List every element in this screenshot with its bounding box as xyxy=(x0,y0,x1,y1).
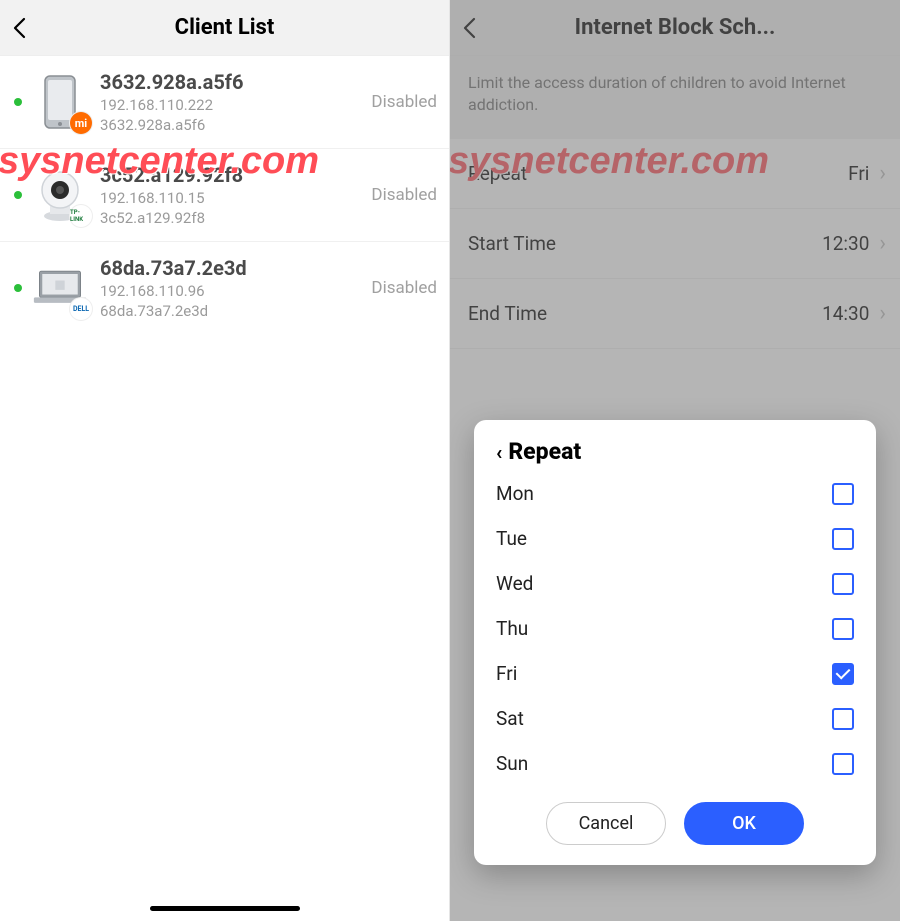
client-mac: 3632.928a.a5f6 xyxy=(100,116,361,134)
day-row[interactable]: Tue xyxy=(496,516,854,561)
brand-badge: mi xyxy=(70,112,92,134)
client-status: Disabled xyxy=(361,278,437,298)
online-status-dot xyxy=(14,284,22,292)
schedule-pane: Internet Block Sch... Limit the access d… xyxy=(450,0,900,921)
day-row[interactable]: Fri xyxy=(496,651,854,696)
day-checkbox[interactable] xyxy=(832,573,854,595)
client-list-header: Client List xyxy=(0,0,449,56)
day-checkbox[interactable] xyxy=(832,663,854,685)
day-row[interactable]: Thu xyxy=(496,606,854,651)
day-label: Wed xyxy=(496,572,832,595)
online-status-dot xyxy=(14,98,22,106)
client-ip: 192.168.110.15 xyxy=(100,189,361,207)
day-checkbox[interactable] xyxy=(832,753,854,775)
modal-header: ‹ Repeat xyxy=(496,438,854,465)
day-row[interactable]: Wed xyxy=(496,561,854,606)
day-row[interactable]: Mon xyxy=(496,471,854,516)
day-checkbox[interactable] xyxy=(832,528,854,550)
client-row[interactable]: TP-LINK3c52.a129.92f8192.168.110.153c52.… xyxy=(0,149,449,242)
day-checkbox[interactable] xyxy=(832,618,854,640)
client-status: Disabled xyxy=(361,185,437,205)
client-info: 68da.73a7.2e3d 192.168.110.96 68da.73a7.2e… xyxy=(100,256,361,320)
repeat-modal: ‹ Repeat Mon Tue Wed Thu Fri Sat Sun Cancel OK xyxy=(474,420,876,865)
client-status: Disabled xyxy=(361,92,437,112)
modal-title: Repeat xyxy=(508,438,581,465)
client-name: 3632.928a.a5f6 xyxy=(100,70,361,94)
online-status-dot xyxy=(14,191,22,199)
chevron-left-icon xyxy=(12,17,26,39)
day-label: Tue xyxy=(496,527,832,550)
day-row[interactable]: Sun xyxy=(496,741,854,786)
client-name: 68da.73a7.2e3d xyxy=(100,256,361,280)
cancel-button[interactable]: Cancel xyxy=(546,802,666,845)
client-row[interactable]: mi3632.928a.a5f6192.168.110.2223632.928a… xyxy=(0,56,449,149)
client-list-pane: Client List mi 3632.928a.a5f6 192.168.110.… xyxy=(0,0,450,921)
client-row[interactable]: DELL68da.73a7.2e3d192.168.110.9668da.73a… xyxy=(0,242,449,334)
day-label: Sun xyxy=(496,752,832,775)
modal-back-button[interactable]: ‹ xyxy=(496,440,502,464)
day-label: Sat xyxy=(496,707,832,730)
client-mac: 3c52.a129.92f8 xyxy=(100,209,361,227)
client-info: 3c52.a129.92f8 192.168.110.15 3c52.a129.92… xyxy=(100,163,361,227)
day-checkbox[interactable] xyxy=(832,708,854,730)
client-mac: 68da.73a7.2e3d xyxy=(100,302,361,320)
phone-icon: mi xyxy=(32,74,88,130)
client-ip: 192.168.110.222 xyxy=(100,96,361,114)
page-title: Client List xyxy=(0,15,449,40)
brand-badge: TP-LINK xyxy=(70,205,92,227)
ok-button[interactable]: OK xyxy=(684,802,804,845)
day-label: Mon xyxy=(496,482,832,505)
back-button[interactable] xyxy=(12,0,26,56)
day-label: Thu xyxy=(496,617,832,640)
home-indicator xyxy=(150,906,300,911)
client-ip: 192.168.110.96 xyxy=(100,282,361,300)
brand-badge: DELL xyxy=(70,298,92,320)
day-row[interactable]: Sat xyxy=(496,696,854,741)
day-label: Fri xyxy=(496,662,832,685)
day-list: Mon Tue Wed Thu Fri Sat Sun xyxy=(496,471,854,786)
laptop-icon: DELL xyxy=(32,260,88,316)
client-info: 3632.928a.a5f6 192.168.110.222 3632.928a.a… xyxy=(100,70,361,134)
client-list: mi3632.928a.a5f6192.168.110.2223632.928a… xyxy=(0,56,449,334)
camera-icon: TP-LINK xyxy=(32,167,88,223)
day-checkbox[interactable] xyxy=(832,483,854,505)
modal-buttons: Cancel OK xyxy=(496,802,854,845)
client-name: 3c52.a129.92f8 xyxy=(100,163,361,187)
